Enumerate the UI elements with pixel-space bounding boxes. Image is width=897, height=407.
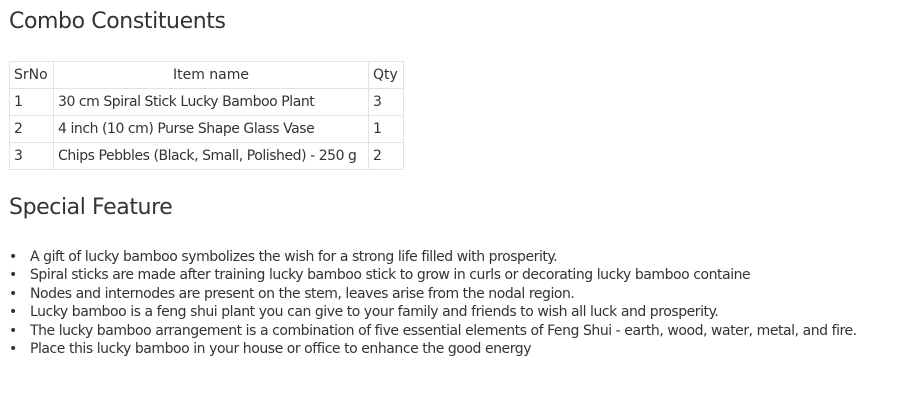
column-header-srno: SrNo [9,61,54,89]
cell-srno: 3 [9,142,54,170]
table-row: 2 4 inch (10 cm) Purse Shape Glass Vase … [9,115,404,143]
cell-qty: 3 [368,88,404,116]
list-item: • Nodes and internodes are present on th… [9,285,857,303]
cell-srno: 1 [9,88,54,116]
list-item: • The lucky bamboo arrangement is a comb… [9,322,857,340]
list-item: • Place this lucky bamboo in your house … [9,340,857,358]
list-item-text: A gift of lucky bamboo symbolizes the wi… [30,249,558,265]
column-header-qty: Qty [368,61,404,89]
bullet-icon: • [9,249,17,265]
bullet-icon: • [9,340,17,357]
cell-qty: 2 [368,142,404,170]
list-item-text: Spiral sticks are made after training lu… [30,267,751,284]
list-item-text: The lucky bamboo arrangement is a combin… [30,322,857,339]
cell-qty: 1 [368,115,404,143]
special-feature-heading: Special Feature [9,195,173,220]
list-item: • Lucky bamboo is a feng shui plant you … [9,303,857,321]
list-item-text: Nodes and internodes are present on the … [30,285,575,302]
list-item-text: Lucky bamboo is a feng shui plant you ca… [30,304,719,321]
table-row: 1 30 cm Spiral Stick Lucky Bamboo Plant … [9,88,404,116]
column-header-item-name: Item name [53,61,369,89]
bullet-icon: • [9,322,17,339]
bullet-icon: • [9,285,17,302]
list-item: • A gift of lucky bamboo symbolizes the … [9,248,857,266]
cell-item-name: 4 inch (10 cm) Purse Shape Glass Vase [53,115,369,143]
cell-item-name: 30 cm Spiral Stick Lucky Bamboo Plant [53,88,369,116]
list-item-text: Place this lucky bamboo in your house or… [30,340,532,357]
table-row: 3 Chips Pebbles (Black, Small, Polished)… [9,142,404,170]
special-feature-list: • A gift of lucky bamboo symbolizes the … [9,248,857,358]
list-item: • Spiral sticks are made after training … [9,266,857,284]
combo-constituents-heading: Combo Constituents [9,9,226,34]
bullet-icon: • [9,267,17,284]
table-header-row: SrNo Item name Qty [9,61,404,89]
cell-srno: 2 [9,115,54,143]
cell-item-name: Chips Pebbles (Black, Small, Polished) -… [53,142,369,170]
bullet-icon: • [9,304,17,321]
combo-constituents-table: SrNo Item name Qty 1 30 cm Spiral Stick … [9,61,404,170]
